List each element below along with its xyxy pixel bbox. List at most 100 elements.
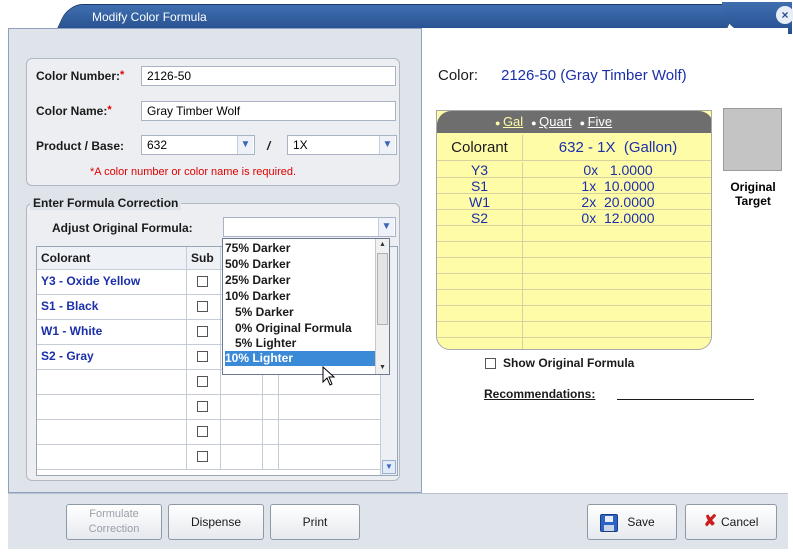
colorant-cell: W1 - White bbox=[37, 320, 187, 344]
grid-cell[interactable] bbox=[221, 445, 263, 469]
dropdown-scrollbar[interactable]: ▲ ▼ bbox=[375, 239, 389, 374]
formula-amount bbox=[523, 226, 711, 241]
table-row[interactable] bbox=[37, 395, 397, 420]
print-button[interactable]: Print bbox=[270, 504, 360, 540]
formula-colorant bbox=[437, 242, 523, 257]
sub-checkbox[interactable] bbox=[197, 401, 208, 412]
chevron-down-icon[interactable]: ▼ bbox=[237, 136, 253, 154]
radio-icon[interactable]: ● bbox=[531, 118, 539, 128]
grid-cell[interactable] bbox=[263, 420, 279, 444]
sub-checkbox[interactable] bbox=[197, 301, 208, 312]
colorant-cell bbox=[37, 445, 187, 469]
table-row[interactable] bbox=[37, 445, 397, 470]
unit-label: Quart bbox=[539, 114, 572, 129]
dropdown-option[interactable]: 0% Original Formula bbox=[225, 322, 352, 334]
radio-icon[interactable]: ● bbox=[495, 118, 503, 128]
formula-row bbox=[437, 322, 711, 338]
formula-amount bbox=[523, 322, 711, 337]
formula-row bbox=[437, 258, 711, 274]
unit-option-quart[interactable]: ● Quart bbox=[531, 114, 571, 129]
dropdown-option[interactable]: 25% Darker bbox=[225, 274, 290, 286]
dropdown-option[interactable]: 50% Darker bbox=[225, 258, 290, 270]
product-base-separator: / bbox=[267, 139, 271, 153]
product-value: 632 bbox=[147, 138, 168, 152]
cancel-button[interactable]: ✘ Cancel bbox=[685, 504, 777, 540]
table-row[interactable] bbox=[37, 420, 397, 445]
save-icon bbox=[600, 514, 618, 532]
sub-checkbox[interactable] bbox=[197, 276, 208, 287]
sub-cell bbox=[187, 320, 221, 344]
chevron-down-icon[interactable]: ▼ bbox=[379, 136, 395, 154]
adjust-formula-label: Adjust Original Formula: bbox=[52, 221, 193, 235]
cancel-label: Cancel bbox=[721, 515, 759, 529]
color-name-field[interactable]: Gray Timber Wolf bbox=[141, 101, 396, 121]
formula-colorant bbox=[437, 322, 523, 337]
sub-checkbox[interactable] bbox=[197, 326, 208, 337]
save-button[interactable]: Save bbox=[587, 504, 677, 540]
window-title: Modify Color Formula bbox=[92, 10, 207, 24]
formula-amount bbox=[523, 258, 711, 273]
close-icon[interactable]: × bbox=[776, 6, 793, 24]
formula-colorant: S1 bbox=[437, 178, 523, 194]
formula-amount: 0x 12.0000 bbox=[581, 210, 655, 226]
scroll-up-icon[interactable]: ▲ bbox=[376, 239, 389, 251]
formula-colorant: Y3 bbox=[437, 162, 523, 178]
unit-label: Gal bbox=[502, 114, 524, 129]
grid-cell[interactable] bbox=[221, 420, 263, 444]
dropdown-option[interactable]: 5% Lighter bbox=[225, 337, 296, 349]
formula-amount bbox=[523, 306, 711, 321]
required-note: *A color number or color name is require… bbox=[90, 166, 297, 178]
dropdown-option[interactable]: 10% Darker bbox=[225, 290, 290, 302]
sub-checkbox[interactable] bbox=[197, 451, 208, 462]
formula-amount-header: 632 - 1X (Gallon) bbox=[558, 139, 678, 156]
formulate-correction-button[interactable]: Formulate Correction bbox=[66, 504, 162, 540]
adjust-formula-dropdown-list[interactable]: 75% Darker 50% Darker 25% Darker 10% Darker… bbox=[222, 238, 390, 375]
color-number-field[interactable]: 2126-50 bbox=[141, 66, 396, 86]
grid-cell[interactable] bbox=[263, 395, 279, 419]
formula-row bbox=[437, 274, 711, 290]
formula-colorant bbox=[437, 258, 523, 273]
sub-checkbox[interactable] bbox=[197, 351, 208, 362]
original-target-label: Original Target bbox=[730, 180, 776, 208]
dropdown-scroll-thumb[interactable] bbox=[377, 253, 388, 325]
sub-cell bbox=[187, 295, 221, 319]
dispense-button[interactable]: Dispense bbox=[168, 504, 264, 540]
dropdown-option[interactable]: 75% Darker bbox=[225, 242, 290, 254]
chevron-down-icon[interactable]: ▼ bbox=[378, 218, 394, 236]
color-name-label: Color Name:* bbox=[36, 104, 112, 118]
sub-cell bbox=[187, 270, 221, 294]
sub-checkbox[interactable] bbox=[197, 426, 208, 437]
dropdown-option[interactable]: 5% Darker bbox=[225, 306, 294, 318]
color-number-label: Color Number:* bbox=[36, 69, 125, 83]
colorant-cell: Y3 - Oxide Yellow bbox=[37, 270, 187, 294]
grid-cell[interactable] bbox=[263, 445, 279, 469]
unit-option-five[interactable]: ● Five bbox=[580, 114, 613, 129]
adjust-formula-select[interactable]: ▼ bbox=[223, 217, 396, 237]
product-select[interactable]: 632 ▼ bbox=[141, 135, 255, 155]
formula-row: S1 1x 10.0000 bbox=[437, 178, 711, 194]
show-original-label: Show Original Formula bbox=[503, 356, 635, 370]
scroll-down-icon[interactable]: ▼ bbox=[382, 460, 396, 474]
formula-row bbox=[437, 226, 711, 242]
colorant-cell: S2 - Gray bbox=[37, 345, 187, 369]
scroll-down-icon[interactable]: ▼ bbox=[376, 362, 389, 374]
color-header-value: 2126-50 (Gray Timber Wolf) bbox=[501, 67, 687, 84]
formula-colorant bbox=[437, 338, 523, 349]
unit-tabs: ● Gal ● Quart ● Five bbox=[437, 111, 711, 133]
base-select[interactable]: 1X ▼ bbox=[287, 135, 397, 155]
formula-row bbox=[437, 290, 711, 306]
mouse-cursor-icon bbox=[322, 366, 336, 386]
colorant-cell bbox=[37, 370, 187, 394]
formula-row: W1 2x 20.0000 bbox=[437, 194, 711, 210]
recommendations-line bbox=[617, 399, 754, 400]
show-original-checkbox[interactable] bbox=[485, 358, 496, 369]
formula-colorant: S2 bbox=[437, 210, 523, 226]
formula-colorant bbox=[437, 290, 523, 305]
grid-cell[interactable] bbox=[221, 395, 263, 419]
unit-option-gal[interactable]: ● Gal bbox=[495, 114, 523, 129]
formula-amount bbox=[523, 242, 711, 257]
sub-checkbox[interactable] bbox=[197, 376, 208, 387]
radio-icon[interactable]: ● bbox=[580, 118, 588, 128]
sub-cell bbox=[187, 420, 221, 444]
dropdown-option-selected[interactable]: 10% Lighter bbox=[225, 351, 375, 367]
